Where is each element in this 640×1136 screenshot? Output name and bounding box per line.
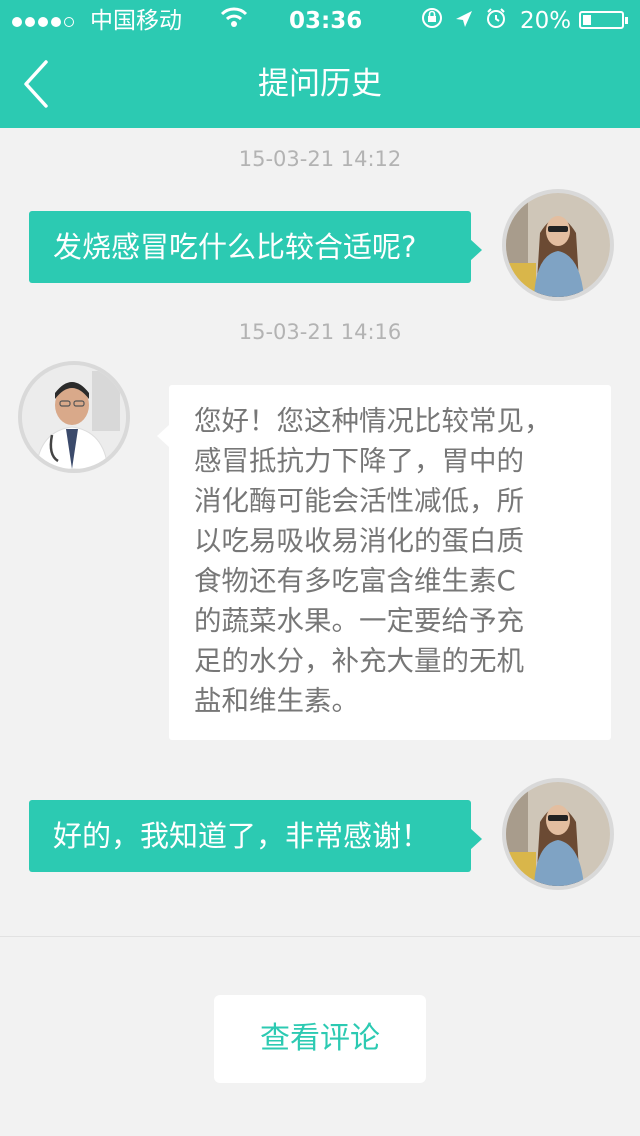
user-message-bubble: 发烧感冒吃什么比较合适呢? <box>29 211 482 283</box>
doctor-avatar[interactable] <box>18 361 130 473</box>
message-line: 消化酶可能会活性减低，所 <box>194 485 524 517</box>
message-line: 您好！您这种情况比较常见， <box>194 405 552 437</box>
chevron-left-icon <box>24 60 48 108</box>
message-text: 好的，我知道了，非常感谢！ <box>53 819 431 853</box>
user-avatar[interactable] <box>502 189 614 301</box>
message-timestamp: 15-03-21 14:12 <box>238 147 402 171</box>
message-line: 感冒抵抗力下降了，胃中的 <box>194 445 524 477</box>
message-line: 盐和维生素。 <box>194 685 359 717</box>
battery-percentage: 20% <box>520 8 572 34</box>
divider <box>0 936 640 937</box>
message-line: 足的水分，补充大量的无机 <box>194 645 524 677</box>
status-bar: 中国移动 03:36 20% <box>0 0 640 40</box>
view-comments-button[interactable]: 查看评论 <box>214 995 426 1083</box>
message-line: 食物还有多吃富含维生素C <box>194 565 516 597</box>
status-time: 03:36 <box>289 8 363 34</box>
system-icons <box>420 6 510 38</box>
message-text: 发烧感冒吃什么比较合适呢? <box>53 230 417 264</box>
user-avatar[interactable] <box>502 778 614 890</box>
message-timestamp: 15-03-21 14:16 <box>238 320 402 344</box>
battery-icon <box>579 11 628 29</box>
user-message-bubble: 好的，我知道了，非常感谢！ <box>29 800 482 872</box>
message-line: 以吃易吸收易消化的蛋白质 <box>194 525 524 557</box>
alarm-clock-icon <box>487 8 505 28</box>
message-line: 的蔬菜水果。一定要给予充 <box>194 605 524 637</box>
back-button[interactable] <box>16 60 60 108</box>
page-title: 提问历史 <box>258 66 382 102</box>
signal-strength-icon <box>12 6 77 36</box>
location-arrow-icon <box>456 11 472 27</box>
navigation-bar: 提问历史 <box>0 40 640 128</box>
wifi-icon <box>220 6 248 36</box>
doctor-message-bubble: 您好！您这种情况比较常见， 感冒抵抗力下降了，胃中的 消化酶可能会活性减低，所 … <box>157 385 611 740</box>
rotation-lock-icon <box>422 8 442 28</box>
carrier-name: 中国移动 <box>90 8 182 34</box>
